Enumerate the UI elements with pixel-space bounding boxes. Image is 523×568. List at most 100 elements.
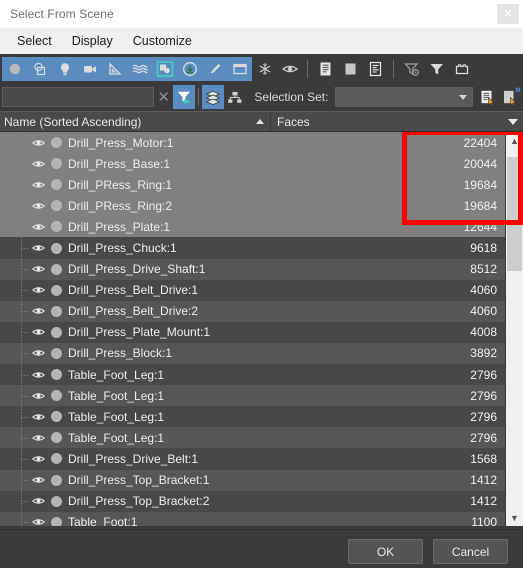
eye-icon[interactable] [30, 222, 47, 232]
table-row[interactable]: Drill_Press_Belt_Drive:1 4060 [0, 279, 505, 301]
layers-view-icon[interactable] [202, 85, 225, 109]
ok-button[interactable]: OK [348, 539, 423, 564]
freeze-toggle-icon[interactable] [47, 390, 65, 402]
eye-icon[interactable] [30, 370, 47, 380]
filter-settings-icon[interactable] [399, 57, 424, 81]
table-row[interactable]: Table_Foot_Leg:1 2796 [0, 427, 505, 449]
eye-icon[interactable] [30, 201, 47, 211]
clear-search-icon[interactable]: ✕ [154, 86, 173, 108]
table-row[interactable]: Table_Foot_Leg:1 2796 [0, 406, 505, 428]
containers-filter-icon[interactable] [227, 57, 252, 81]
freeze-toggle-icon[interactable] [47, 432, 65, 444]
table-row[interactable]: Drill_Press_Top_Bracket:2 1412 [0, 490, 505, 512]
selection-set-combo[interactable] [335, 87, 473, 107]
eye-icon[interactable] [30, 243, 47, 253]
container-icon[interactable] [449, 57, 474, 81]
filter-icon[interactable] [424, 57, 449, 81]
window-title: Select From Scene [10, 7, 114, 21]
freeze-toggle-icon[interactable] [47, 474, 65, 486]
table-row[interactable]: Drill_Press_Drive_Belt:1 1568 [0, 448, 505, 470]
menu-item-display[interactable]: Display [63, 31, 122, 51]
row-faces-value: 2796 [470, 367, 497, 382]
list-types-icon[interactable] [363, 57, 388, 81]
helpers-filter-icon[interactable] [102, 57, 127, 81]
scroll-up-button[interactable]: ▲ [506, 132, 523, 149]
table-row[interactable]: Drill_Press_Belt_Drive:2 4060 [0, 300, 505, 322]
table-row[interactable]: Table_Foot_Leg:1 2796 [0, 364, 505, 386]
collapse-all-icon[interactable] [338, 57, 363, 81]
freeze-toggle-icon[interactable] [47, 516, 65, 526]
eye-icon[interactable] [30, 433, 47, 443]
table-row[interactable]: Drill_PRess_Ring:1 19684 [0, 174, 505, 196]
more-options-icon[interactable]: » [515, 84, 521, 96]
eye-icon[interactable] [30, 159, 47, 169]
table-row[interactable]: Table_Foot:1 1100 [0, 511, 505, 526]
freeze-toggle-icon[interactable] [47, 411, 65, 423]
freeze-toggle-icon[interactable] [47, 495, 65, 507]
freeze-toggle-icon[interactable] [47, 200, 65, 212]
cancel-button[interactable]: Cancel [433, 539, 508, 564]
table-row[interactable]: Drill_Press_Drive_Shaft:1 8512 [0, 258, 505, 280]
eye-icon[interactable] [30, 285, 47, 295]
freeze-toggle-icon[interactable] [47, 347, 65, 359]
table-row[interactable]: Drill_PRess_Ring:2 19684 [0, 195, 505, 217]
freeze-toggle-icon[interactable] [47, 242, 65, 254]
freeze-toggle-icon[interactable] [47, 221, 65, 233]
eye-icon[interactable] [30, 475, 47, 485]
freeze-toggle-icon[interactable] [47, 137, 65, 149]
add-selection-set-icon[interactable] [477, 85, 499, 109]
close-icon[interactable]: ✕ [497, 4, 519, 24]
search-input[interactable] [2, 87, 154, 107]
hidden-icon[interactable] [277, 57, 302, 81]
cameras-filter-icon[interactable] [77, 57, 102, 81]
column-header-name[interactable]: Name (Sorted Ascending) [0, 112, 271, 131]
freeze-toggle-icon[interactable] [47, 179, 65, 191]
table-row[interactable]: Drill_Press_Chuck:1 9618 [0, 237, 505, 259]
shapes-filter-icon[interactable] [27, 57, 52, 81]
freeze-toggle-icon[interactable] [47, 305, 65, 317]
table-row[interactable]: Drill_Press_Plate_Mount:1 4008 [0, 321, 505, 343]
xrefs-filter-icon[interactable] [177, 57, 202, 81]
geometry-filter-icon[interactable] [2, 57, 27, 81]
list-vertical-scrollbar[interactable]: ▲ ▼ [505, 132, 523, 526]
lights-filter-icon[interactable] [52, 57, 77, 81]
scrollbar-thumb[interactable] [507, 157, 522, 271]
menu-item-select[interactable]: Select [8, 31, 61, 51]
menu-item-customize[interactable]: Customize [124, 31, 201, 51]
column-header-faces[interactable]: Faces [271, 112, 523, 131]
scene-object-list-body[interactable]: Drill_Press_Motor:1 22404 Drill_Press_Base… [0, 132, 505, 526]
find-case-sensitive-icon[interactable] [173, 85, 196, 109]
bone-objects-filter-icon[interactable] [202, 57, 227, 81]
eye-icon[interactable] [30, 517, 47, 526]
space-warps-filter-icon[interactable] [127, 57, 152, 81]
eye-icon[interactable] [30, 306, 47, 316]
table-row[interactable]: Drill_Press_Plate:1 12644 [0, 216, 505, 238]
expand-all-icon[interactable] [313, 57, 338, 81]
freeze-toggle-icon[interactable] [47, 158, 65, 170]
eye-icon[interactable] [30, 327, 47, 337]
freeze-toggle-icon[interactable] [47, 263, 65, 275]
table-row[interactable]: Drill_Press_Motor:1 22404 [0, 132, 505, 154]
eye-icon[interactable] [30, 454, 47, 464]
scrollbar-track[interactable] [506, 149, 523, 509]
eye-icon[interactable] [30, 264, 47, 274]
eye-icon[interactable] [30, 496, 47, 506]
eye-icon[interactable] [30, 391, 47, 401]
table-row[interactable]: Drill_Press_Top_Bracket:1 1412 [0, 469, 505, 491]
freeze-toggle-icon[interactable] [47, 326, 65, 338]
eye-icon[interactable] [30, 348, 47, 358]
table-row[interactable]: Table_Foot_Leg:1 2796 [0, 385, 505, 407]
freeze-toggle-icon[interactable] [47, 453, 65, 465]
eye-icon[interactable] [30, 138, 47, 148]
freeze-toggle-icon[interactable] [47, 369, 65, 381]
scroll-down-button[interactable]: ▼ [506, 509, 523, 526]
row-tree-indent [0, 279, 30, 301]
eye-icon[interactable] [30, 180, 47, 190]
hierarchy-view-icon[interactable] [224, 85, 246, 109]
table-row[interactable]: Drill_Press_Base:1 20044 [0, 153, 505, 175]
freeze-toggle-icon[interactable] [47, 284, 65, 296]
table-row[interactable]: Drill_Press_Block:1 3892 [0, 342, 505, 365]
eye-icon[interactable] [30, 412, 47, 422]
groups-filter-icon[interactable] [152, 57, 177, 81]
freeze-icon[interactable] [252, 57, 277, 81]
